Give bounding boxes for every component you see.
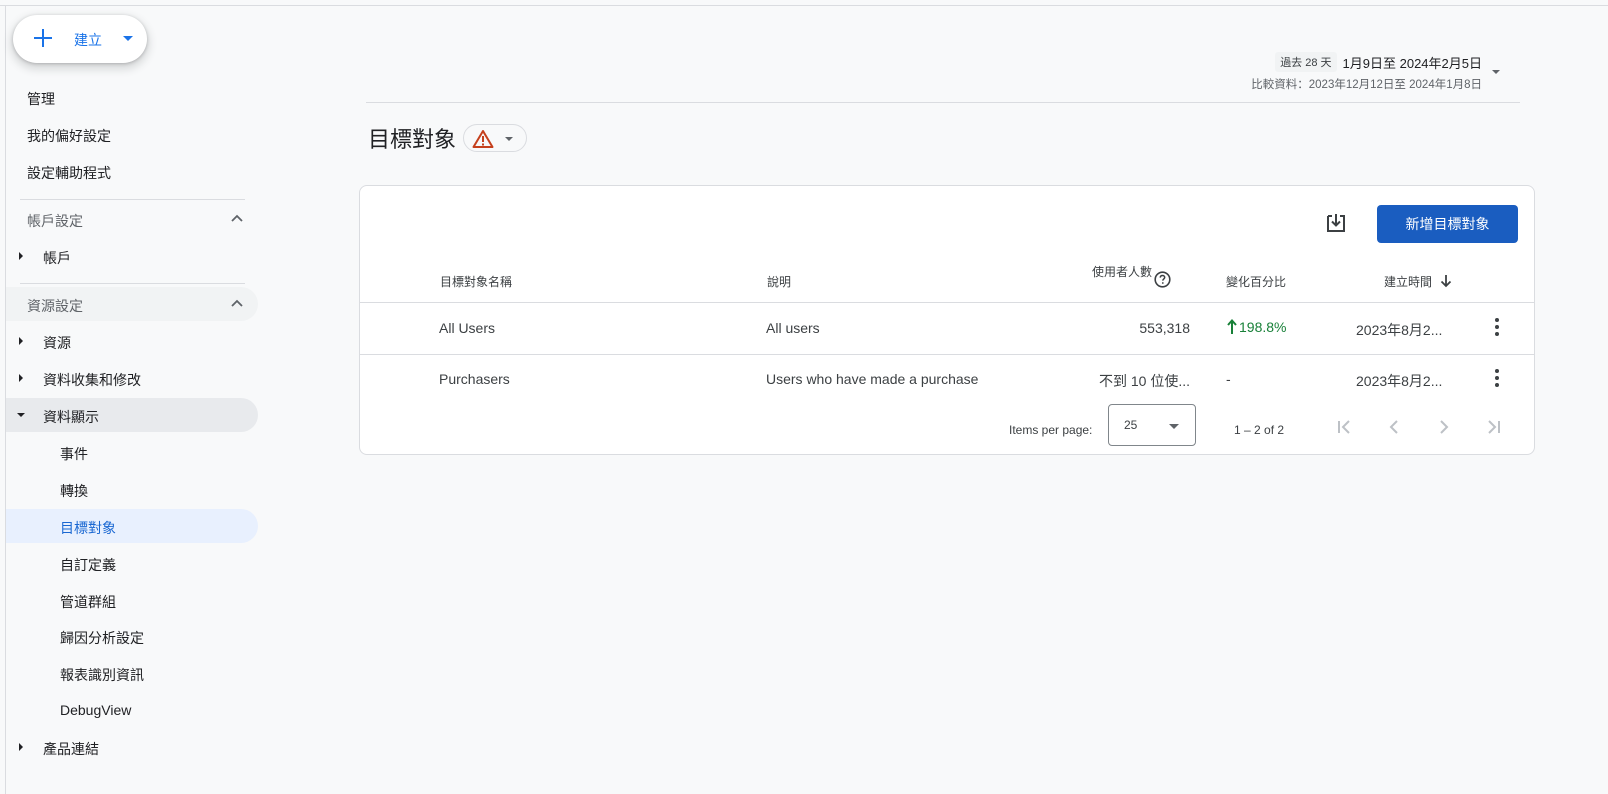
caret-down-icon	[17, 413, 25, 417]
sidebar-item-channel-groups[interactable]: 管道群組	[6, 583, 258, 617]
warning-dropdown[interactable]	[463, 124, 527, 152]
create-button-label: 建立	[74, 32, 102, 48]
sidebar-section-label: 帳戶設定	[27, 213, 83, 229]
sidebar-section-property-settings[interactable]: 資源設定	[6, 287, 258, 321]
table-cell-description: All users	[766, 320, 820, 336]
sidebar-item-label: 管道群組	[60, 594, 116, 610]
prev-page-icon[interactable]	[1382, 415, 1406, 439]
create-button[interactable]: 建立	[13, 15, 147, 63]
sidebar: 建立 管理 我的偏好設定 設定輔助程式 帳戶設定 帳戶 資源設定 資源 資料收集…	[6, 6, 264, 794]
sidebar-item-label: 自訂定義	[60, 557, 116, 573]
sidebar-item-preferences[interactable]: 我的偏好設定	[6, 117, 258, 151]
sidebar-item-label: 帳戶	[43, 250, 71, 266]
column-header-change[interactable]: 變化百分比	[1226, 273, 1286, 290]
chevron-up-icon	[231, 214, 243, 222]
new-audience-button[interactable]: 新增目標對象	[1377, 205, 1518, 243]
sidebar-item-admin[interactable]: 管理	[6, 80, 258, 114]
table-cell-change: 198.8%	[1227, 319, 1286, 335]
table-cell-created: 2023年8月2...	[1356, 373, 1443, 389]
sidebar-item-conversions[interactable]: 轉換	[6, 472, 258, 506]
sidebar-item-product-links[interactable]: 產品連結	[6, 730, 258, 764]
caret-down-icon	[1169, 424, 1179, 429]
caret-right-icon	[19, 252, 23, 260]
sidebar-item-data-collection[interactable]: 資料收集和修改	[6, 361, 258, 395]
sidebar-item-account[interactable]: 帳戶	[6, 239, 258, 273]
sidebar-item-label: DebugView	[60, 702, 132, 718]
caret-right-icon	[19, 743, 23, 751]
table-cell-name[interactable]: Purchasers	[439, 371, 510, 387]
date-range-text: 1月9日至 2024年2月5日	[1342, 55, 1482, 71]
date-range-picker[interactable]: 過去 28 天 1月9日至 2024年2月5日 比較資料：2023年12月12日…	[1251, 52, 1482, 92]
sidebar-section-label: 資源設定	[27, 298, 83, 314]
table-cell-change: -	[1226, 371, 1231, 387]
plus-icon	[33, 28, 53, 48]
sidebar-item-events[interactable]: 事件	[6, 435, 258, 469]
sidebar-item-label: 歸因分析設定	[60, 630, 144, 646]
table-cell-description: Users who have made a purchase	[766, 371, 979, 387]
column-header-name[interactable]: 目標對象名稱	[440, 273, 512, 290]
sidebar-item-setup-assistant[interactable]: 設定輔助程式	[6, 154, 258, 188]
items-per-page-select[interactable]: 25	[1108, 404, 1196, 446]
table-cell-name[interactable]: All Users	[439, 320, 495, 336]
sidebar-item-label: 報表識別資訊	[60, 667, 144, 683]
sidebar-item-label: 目標對象	[60, 520, 116, 536]
date-range-chip: 過去 28 天	[1275, 52, 1337, 72]
sidebar-item-label: 資料顯示	[43, 409, 99, 425]
sidebar-item-label: 我的偏好設定	[27, 128, 111, 144]
sidebar-item-property[interactable]: 資源	[6, 324, 258, 358]
sidebar-item-label: 事件	[60, 446, 88, 462]
caret-right-icon	[19, 374, 23, 382]
sidebar-item-label: 資源	[43, 335, 71, 351]
table-cell-created: 2023年8月2...	[1356, 322, 1443, 338]
table-cell-users: 不到 10 位使...	[1098, 373, 1190, 389]
table-row-divider	[360, 354, 1534, 355]
caret-down-icon	[123, 36, 133, 41]
arrow-up-icon	[1227, 319, 1237, 334]
sidebar-item-audiences[interactable]: 目標對象	[6, 509, 258, 543]
sidebar-item-custom-definitions[interactable]: 自訂定義	[6, 546, 258, 580]
warning-icon	[472, 130, 494, 148]
sidebar-divider	[20, 283, 245, 284]
help-icon[interactable]	[1154, 271, 1171, 288]
pagination-range: 1 – 2 of 2	[1234, 423, 1285, 437]
column-header-created[interactable]: 建立時間	[1384, 273, 1432, 290]
column-header-description[interactable]: 說明	[767, 273, 791, 290]
date-compare-text: 比較資料：2023年12月12日至 2024年1月8日	[1251, 79, 1482, 91]
sidebar-item-label: 設定輔助程式	[27, 165, 111, 181]
sidebar-item-label: 產品連結	[43, 741, 99, 757]
download-icon[interactable]	[1325, 212, 1347, 234]
column-header-users[interactable]: 使用者人數	[1091, 265, 1153, 280]
chevron-up-icon	[231, 299, 243, 307]
items-per-page-value: 25	[1124, 418, 1138, 432]
caret-right-icon	[19, 337, 23, 345]
last-page-icon[interactable]	[1482, 415, 1506, 439]
sidebar-section-account-settings[interactable]: 帳戶設定	[6, 202, 258, 236]
sidebar-item-label: 管理	[27, 91, 55, 107]
items-per-page-label: Items per page:	[1009, 423, 1093, 437]
sidebar-item-attribution-settings[interactable]: 歸因分析設定	[6, 619, 258, 653]
first-page-icon[interactable]	[1332, 415, 1356, 439]
table-cell-users: 553,318	[1139, 320, 1190, 336]
sidebar-divider	[20, 199, 245, 200]
sidebar-item-label: 資料收集和修改	[43, 372, 141, 388]
caret-down-icon	[505, 137, 513, 141]
audiences-table-card: 新增目標對象 目標對象名稱 說明 使用者人數 變化百分比 建立時間 All Us…	[359, 185, 1535, 455]
date-range-dropdown-icon[interactable]	[1492, 70, 1500, 74]
sidebar-item-data-display[interactable]: 資料顯示	[6, 398, 258, 432]
sidebar-item-debugview[interactable]: DebugView	[6, 693, 258, 727]
more-vert-icon[interactable]	[1487, 316, 1507, 338]
sidebar-item-label: 轉換	[60, 483, 88, 499]
page-title: 目標對象	[368, 127, 457, 152]
more-vert-icon[interactable]	[1487, 367, 1507, 389]
table-header-divider	[360, 302, 1534, 303]
change-value: 198.8%	[1239, 319, 1287, 335]
arrow-down-icon[interactable]	[1440, 274, 1452, 288]
next-page-icon[interactable]	[1432, 415, 1456, 439]
header-divider	[366, 102, 1520, 103]
sidebar-item-reporting-identity[interactable]: 報表識別資訊	[6, 656, 258, 690]
